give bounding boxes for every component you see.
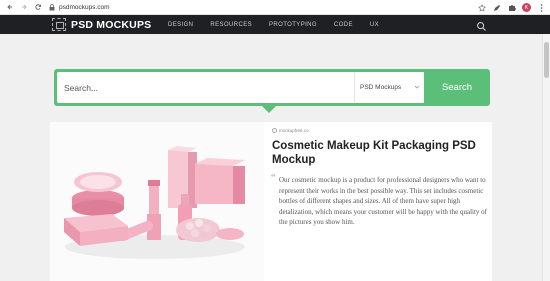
source-text: mockupfree.co [279, 128, 309, 133]
scroll-thumb[interactable] [544, 42, 549, 78]
product-image[interactable] [50, 122, 264, 281]
search-icon[interactable] [476, 19, 487, 31]
search-input[interactable] [57, 72, 354, 103]
mockup-card[interactable]: mockupfree.co Cosmetic Makeup Kit Packag… [50, 122, 492, 281]
nav-item-prototyping[interactable]: PROTOTYPING [269, 22, 317, 28]
url-text[interactable]: psdmockups.com [59, 4, 110, 11]
search-pointer [262, 106, 276, 113]
star-icon[interactable] [477, 3, 486, 12]
card-body: mockupfree.co Cosmetic Makeup Kit Packag… [271, 128, 488, 228]
category-value: PSD Mockups [360, 84, 402, 91]
lock-icon [48, 2, 56, 12]
puzzle-icon[interactable] [507, 3, 516, 12]
source[interactable]: mockupfree.co [272, 128, 487, 133]
search-button[interactable]: Search [424, 69, 490, 106]
back-icon[interactable] [4, 1, 16, 13]
reload-icon[interactable] [32, 1, 44, 13]
forward-icon[interactable] [18, 1, 30, 13]
nav-item-resources[interactable]: RESOURCES [210, 22, 252, 28]
cosmetic-kit-illustration [50, 122, 264, 281]
site-header: PSD MOCKUPS DESIGN RESOURCES PROTOTYPING… [0, 15, 550, 34]
quote-icon: “ [271, 173, 276, 184]
avatar[interactable]: K [522, 3, 531, 12]
logo-text: PSD MOCKUPS [71, 18, 152, 31]
pen-icon[interactable] [492, 3, 501, 12]
card-description-wrap: “ Our cosmetic mockup is a product for p… [271, 173, 488, 228]
page-scrollbar[interactable] [542, 34, 550, 281]
card-title[interactable]: Cosmetic Makeup Kit Packaging PSD Mockup [272, 139, 487, 167]
source-icon [272, 128, 277, 133]
nav-item-ux[interactable]: UX [370, 22, 379, 28]
card-description: Our cosmetic mockup is a product for pro… [279, 176, 488, 226]
browser-toolbar: psdmockups.com K [0, 0, 550, 15]
category-select[interactable]: PSD Mockups [354, 72, 424, 103]
logo-icon [52, 18, 66, 31]
main-nav: DESIGN RESOURCES PROTOTYPING CODE UX [168, 15, 396, 34]
chevron-down-icon [414, 85, 420, 89]
site-logo[interactable]: PSD MOCKUPS [52, 17, 151, 32]
nav-item-code[interactable]: CODE [334, 22, 353, 28]
menu-dots-icon[interactable] [537, 3, 546, 12]
search-bar: PSD Mockups Search [54, 69, 490, 106]
nav-item-design[interactable]: DESIGN [168, 22, 193, 28]
